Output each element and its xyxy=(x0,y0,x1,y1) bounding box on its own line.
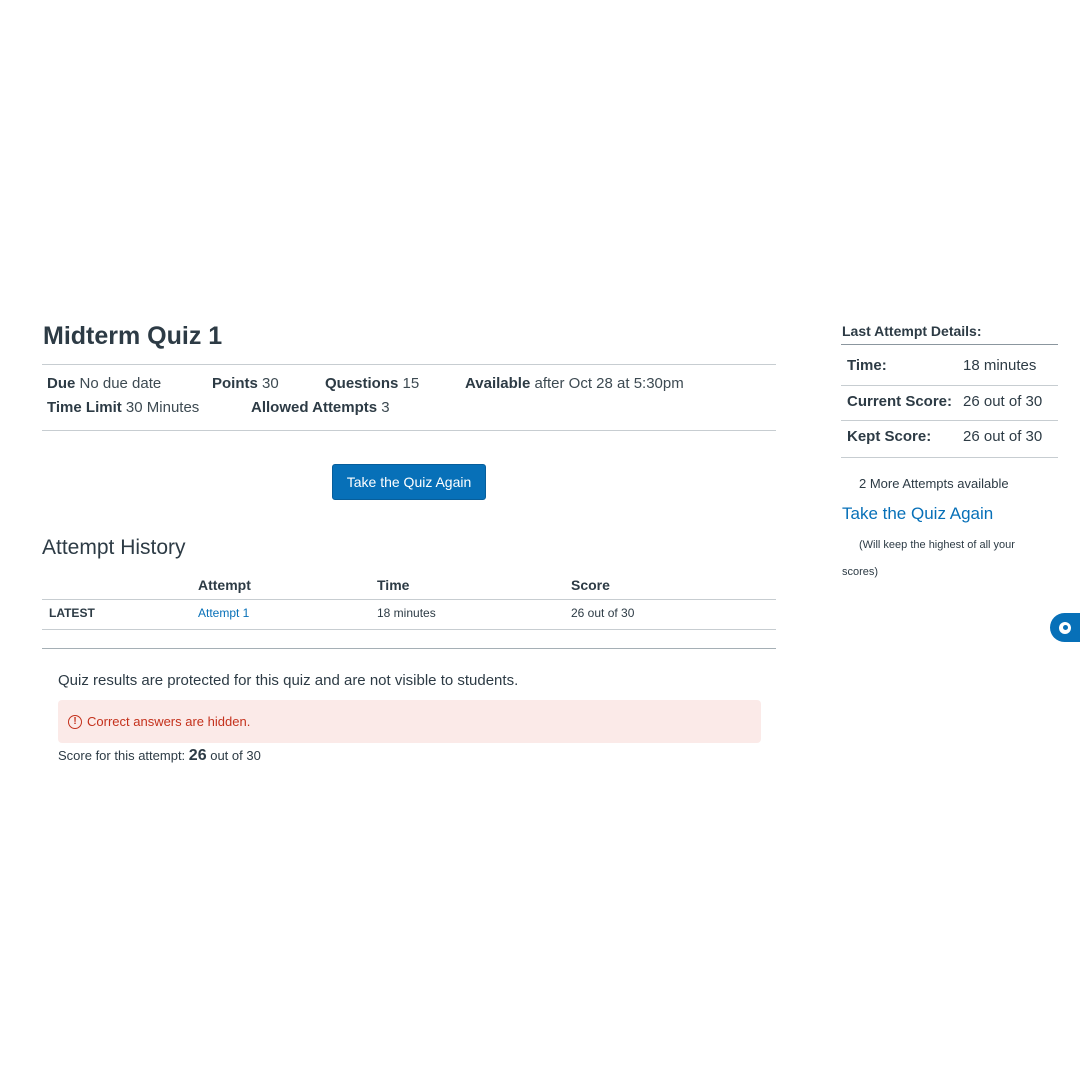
correct-answers-hidden-alert: ! Correct answers are hidden. xyxy=(58,700,761,743)
table-row-divider xyxy=(42,629,776,630)
due-label: Due xyxy=(47,375,76,392)
help-chat-icon xyxy=(1059,621,1071,634)
allowed-attempts-label: Allowed Attempts xyxy=(251,399,378,416)
sidebar-current-score-label: Current Score: xyxy=(847,393,953,410)
last-attempt-details-heading: Last Attempt Details: xyxy=(842,323,982,339)
attempt-history-heading: Attempt History xyxy=(42,536,186,559)
attempt-1-link[interactable]: Attempt 1 xyxy=(198,606,249,620)
score-prefix: Score for this attempt: xyxy=(58,748,186,763)
alert-text: Correct answers are hidden. xyxy=(87,714,251,729)
score-suffix: out of 30 xyxy=(210,748,261,763)
column-header-time: Time xyxy=(377,577,410,593)
allowed-attempts-value: 3 xyxy=(381,399,390,416)
sidebar-current-score-value: 26 out of 30 xyxy=(963,393,1043,410)
table-header-divider xyxy=(42,599,776,600)
sidebar-row-divider xyxy=(841,420,1058,421)
questions-label: Questions xyxy=(325,375,399,392)
questions-info: Questions 15 xyxy=(325,375,419,392)
alert-circle-icon: ! xyxy=(68,714,82,729)
column-header-attempt: Attempt xyxy=(198,577,251,593)
page-title: Midterm Quiz 1 xyxy=(43,322,223,350)
available-info: Available after Oct 28 at 5:30pm xyxy=(465,375,684,392)
sidebar-row-divider xyxy=(841,385,1058,386)
questions-value: 15 xyxy=(402,375,420,392)
more-attempts-available: 2 More Attempts available xyxy=(859,476,1009,491)
take-quiz-again-button[interactable]: Take the Quiz Again xyxy=(332,464,486,500)
sidebar-row-divider xyxy=(841,457,1058,458)
time-limit-label: Time Limit xyxy=(47,399,122,416)
sidebar-time-label: Time: xyxy=(847,357,887,374)
points-info: Points 30 xyxy=(212,375,279,392)
column-header-score: Score xyxy=(571,577,610,593)
due-value: No due date xyxy=(79,375,162,392)
help-chat-button[interactable] xyxy=(1050,613,1080,642)
time-limit-info: Time Limit 30 Minutes xyxy=(47,399,199,416)
points-value: 30 xyxy=(262,375,279,392)
latest-tag: LATEST xyxy=(49,606,95,620)
attempt-score: 26 out of 30 xyxy=(571,606,635,620)
points-label: Points xyxy=(212,375,258,392)
attempt-score-summary: Score for this attempt: 26 out of 30 xyxy=(58,747,261,765)
available-label: Available xyxy=(465,375,531,392)
results-divider xyxy=(42,648,776,649)
due-info: Due No due date xyxy=(47,375,161,392)
keep-highest-note: (Will keep the highest of all your score… xyxy=(842,539,1015,578)
sidebar-kept-score-label: Kept Score: xyxy=(847,428,932,445)
sidebar-time-value: 18 minutes xyxy=(963,357,1037,374)
time-limit-value: 30 Minutes xyxy=(125,399,200,416)
sidebar-take-quiz-again-link[interactable]: Take the Quiz Again xyxy=(842,504,993,524)
sidebar-title-divider xyxy=(841,344,1058,345)
meta-divider xyxy=(42,430,776,431)
title-divider xyxy=(42,364,776,365)
results-protected-message: Quiz results are protected for this quiz… xyxy=(58,672,519,689)
attempt-time: 18 minutes xyxy=(377,606,436,620)
allowed-attempts-info: Allowed Attempts 3 xyxy=(251,399,390,416)
score-value: 26 xyxy=(188,747,207,764)
sidebar-kept-score-value: 26 out of 30 xyxy=(963,428,1043,445)
available-value: after Oct 28 at 5:30pm xyxy=(534,375,684,392)
